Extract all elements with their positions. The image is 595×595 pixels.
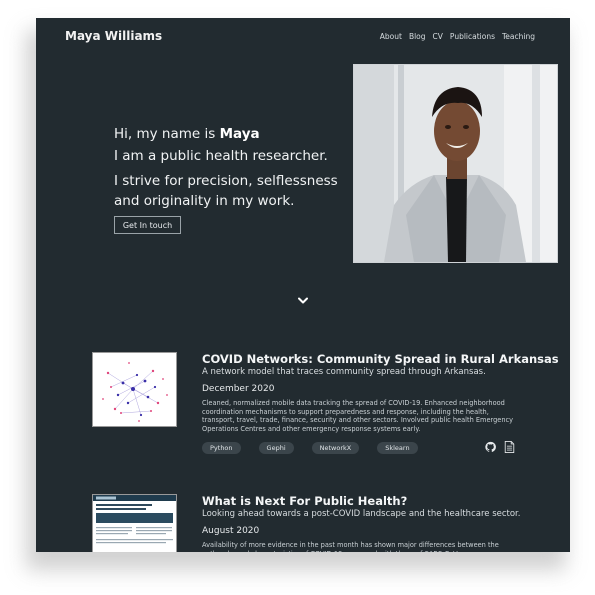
- hero-intro: Hi, my name is Maya I am a public health…: [114, 126, 364, 211]
- project-card: COVID Networks: Community Spread in Rura…: [92, 352, 559, 462]
- project-links: [485, 441, 515, 453]
- get-in-touch-button[interactable]: Get In touch: [114, 216, 181, 234]
- nav-teaching[interactable]: Teaching: [502, 32, 535, 41]
- project-title[interactable]: COVID Networks: Community Spread in Rura…: [202, 352, 559, 366]
- browser-viewport: Maya Williams About Blog CV Publications…: [36, 18, 570, 552]
- hero-name: Maya: [219, 126, 260, 142]
- project-subtitle: Looking ahead towards a post-COVID lands…: [202, 509, 521, 519]
- nav-publications[interactable]: Publications: [450, 32, 495, 41]
- tag-python[interactable]: Python: [202, 442, 241, 454]
- profile-photo: [353, 64, 558, 263]
- github-icon[interactable]: [485, 441, 496, 453]
- tag-gephi[interactable]: Gephi: [258, 442, 294, 454]
- hero-greeting: Hi, my name is: [114, 126, 220, 142]
- project-thumbnail-network[interactable]: [92, 352, 177, 427]
- project-date: August 2020: [202, 526, 260, 536]
- project-description: Availability of more evidence in the pas…: [202, 541, 499, 552]
- top-nav: About Blog CV Publications Teaching: [380, 32, 535, 41]
- project-description: Cleaned, normalized mobile data tracking…: [202, 399, 514, 433]
- project-subtitle: A network model that traces community sp…: [202, 367, 486, 377]
- hero-greeting-line: Hi, my name is Maya: [114, 126, 364, 142]
- document-icon[interactable]: [504, 441, 515, 453]
- hero-mission: I strive for precision, selflessness and…: [114, 173, 338, 209]
- hero-role: I am a public health researcher.: [114, 148, 328, 164]
- tag-sklearn[interactable]: Sklearn: [377, 442, 418, 454]
- nav-cv[interactable]: CV: [433, 32, 443, 41]
- project-tags: Python Gephi NetworkX Sklearn: [202, 442, 418, 454]
- nav-about[interactable]: About: [380, 32, 402, 41]
- tag-networkx[interactable]: NetworkX: [311, 442, 360, 454]
- project-date: December 2020: [202, 384, 275, 394]
- chevron-down-icon: [298, 297, 308, 304]
- site-brand[interactable]: Maya Williams: [65, 29, 162, 43]
- project-title[interactable]: What is Next For Public Health?: [202, 494, 407, 508]
- nav-blog[interactable]: Blog: [409, 32, 426, 41]
- scroll-down-button[interactable]: [296, 294, 310, 308]
- project-thumbnail-article[interactable]: [92, 494, 177, 552]
- project-card: What is Next For Public Health? Looking …: [92, 494, 552, 552]
